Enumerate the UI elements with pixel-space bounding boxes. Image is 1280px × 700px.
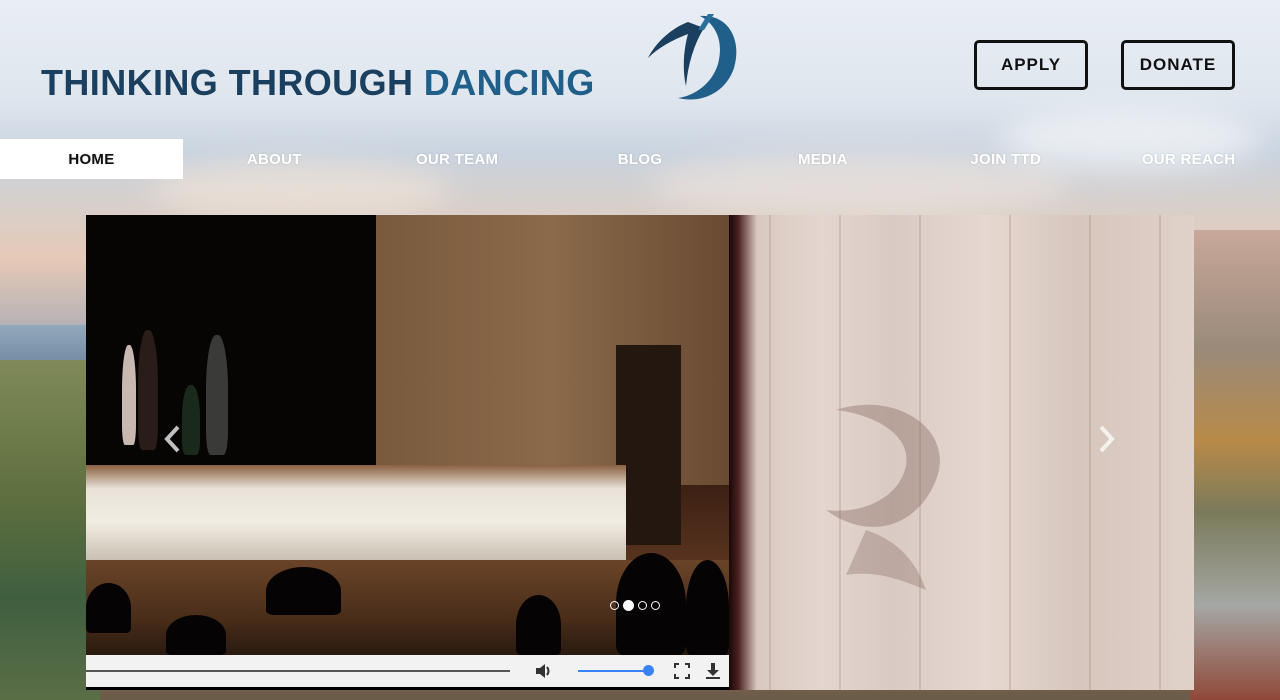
volume-icon[interactable]: [532, 659, 556, 683]
video-progress-bar[interactable]: [86, 670, 510, 672]
slider-dot-2[interactable]: [623, 600, 634, 611]
nav-item-our-team[interactable]: OUR TEAM: [366, 139, 549, 179]
main-nav: HOME ABOUT OUR TEAM BLOG MEDIA JOIN TTD …: [0, 139, 1280, 179]
slider-next-button[interactable]: [1091, 423, 1121, 463]
nav-item-blog[interactable]: BLOG: [549, 139, 732, 179]
nav-item-about[interactable]: ABOUT: [183, 139, 366, 179]
nav-item-our-reach[interactable]: OUR REACH: [1097, 139, 1280, 179]
volume-slider[interactable]: [578, 670, 648, 672]
video-controls: [86, 655, 729, 687]
site-logo[interactable]: THINKING THROUGH DANCING: [41, 62, 595, 104]
slider-pagination: [610, 600, 660, 611]
logo-shadow-icon: [826, 404, 940, 590]
nav-item-join-ttd[interactable]: JOIN TTD: [914, 139, 1097, 179]
slider-prev-button[interactable]: [158, 423, 188, 463]
logo-text-primary: THINKING THROUGH: [41, 62, 414, 103]
nav-item-home[interactable]: HOME: [0, 139, 183, 179]
logo-text-accent: DANCING: [423, 62, 595, 103]
nav-item-media[interactable]: MEDIA: [731, 139, 914, 179]
volume-knob[interactable]: [643, 665, 654, 676]
logo-swoosh-icon: [648, 14, 737, 100]
slider-dot-1[interactable]: [610, 601, 619, 610]
slider-dot-3[interactable]: [638, 601, 647, 610]
fullscreen-icon[interactable]: [672, 659, 692, 683]
download-icon[interactable]: [703, 659, 723, 683]
apply-button[interactable]: APPLY: [974, 40, 1088, 90]
media-slider: [86, 215, 1194, 690]
slider-dot-4[interactable]: [651, 601, 660, 610]
donate-button[interactable]: DONATE: [1121, 40, 1235, 90]
